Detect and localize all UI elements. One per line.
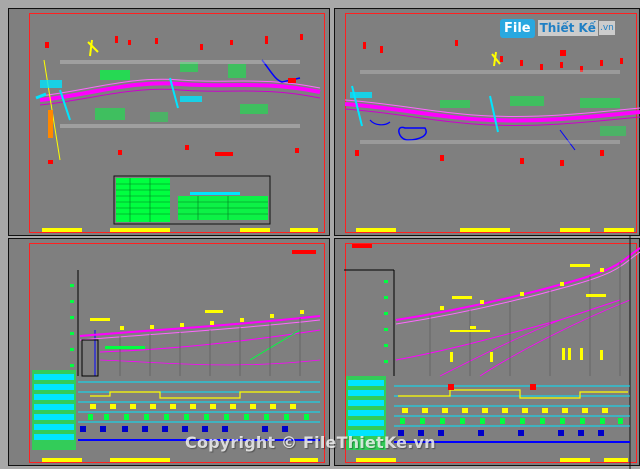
logo-tld: .vn	[598, 21, 615, 35]
logo-text: Thiết Kế	[537, 20, 598, 36]
copyright-watermark: Copyright © FileThietKe.vn	[185, 433, 436, 452]
profile-left-drawing	[70, 250, 321, 377]
logo-box: File	[500, 18, 535, 38]
watermark-logo: File Thiết Kế .vn	[500, 14, 615, 42]
plan-left-tables	[113, 175, 271, 225]
plan-right-titleblock	[356, 228, 634, 232]
cad-drawing-canvas[interactable]: File Thiết Kế .vn Copyright © FileThietK…	[0, 0, 640, 469]
plan-left-titleblock	[42, 228, 318, 232]
profile-right-titleblock	[356, 458, 628, 462]
plan-right-scatter	[350, 40, 626, 166]
profile-left-titleblock	[42, 458, 318, 462]
cad-linework	[32, 34, 640, 469]
plan-left-road	[35, 59, 321, 161]
